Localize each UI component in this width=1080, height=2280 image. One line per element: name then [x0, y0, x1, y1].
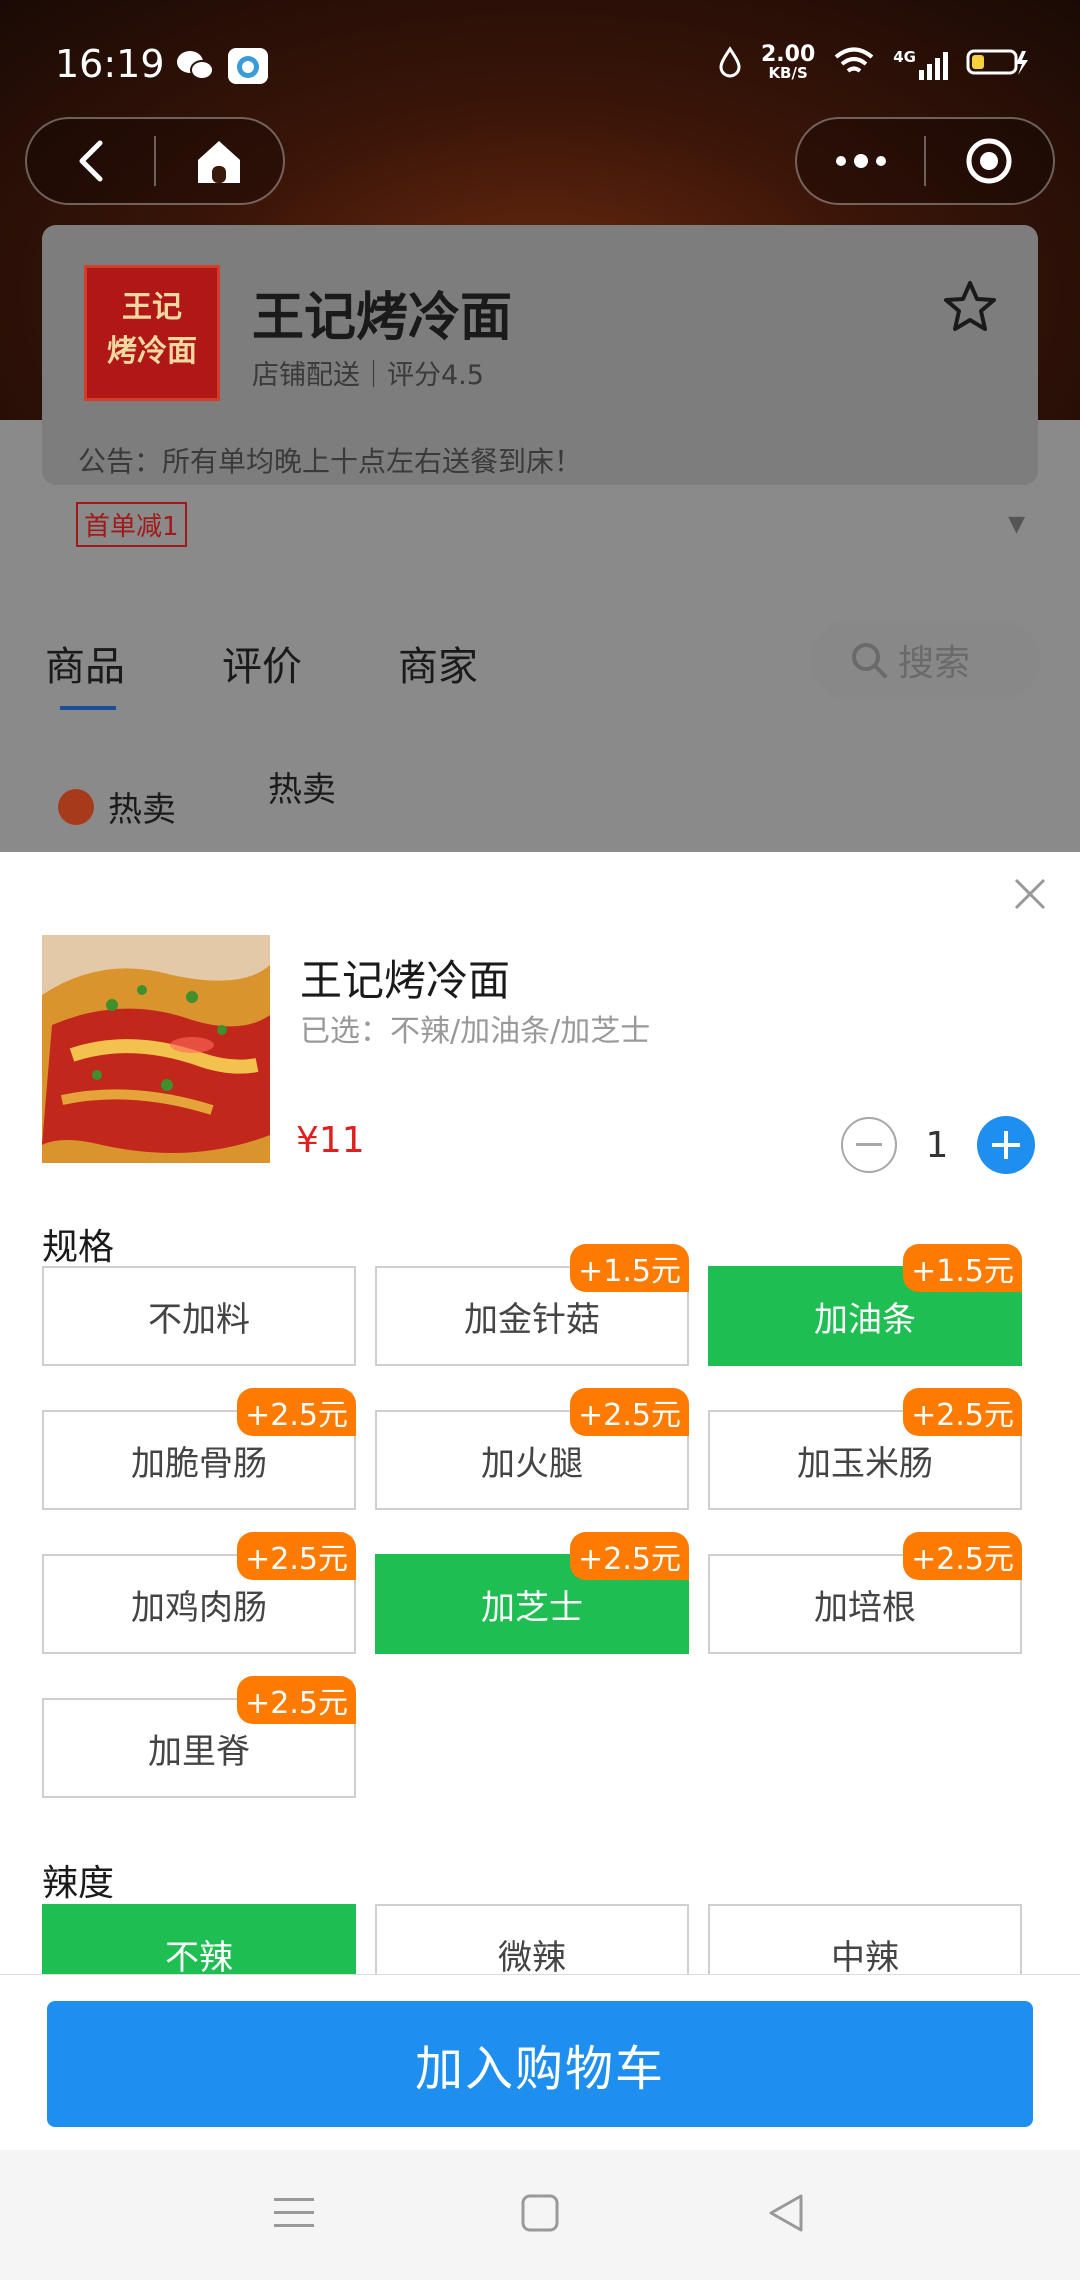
chevron-down-icon[interactable]: ▼	[1008, 512, 1025, 537]
cellular-signal-icon: 4G	[893, 48, 948, 80]
price-badge: +1.5元	[570, 1244, 689, 1292]
option-label: 加金针菇	[464, 1299, 600, 1340]
option-label: 加里脊	[148, 1731, 250, 1772]
price-badge: +2.5元	[237, 1676, 356, 1724]
option-label: 不加料	[148, 1299, 250, 1340]
option-mild-spicy[interactable]: 微辣	[375, 1904, 689, 1975]
home-square-icon[interactable]	[521, 2194, 559, 2236]
add-to-cart-button[interactable]: 加入购物车	[47, 2001, 1033, 2127]
option-label: 加鸡肉肠	[131, 1587, 267, 1628]
option-label: 加脆骨肠	[131, 1443, 267, 1484]
menu-icon[interactable]	[273, 2196, 314, 2234]
tab-reviews[interactable]: 评价	[222, 634, 302, 692]
decrease-quantity-button[interactable]	[841, 1117, 897, 1173]
status-bar: 16:19 2.00 KB/S 4G	[0, 0, 1080, 130]
category-section-title: 热卖	[268, 770, 336, 810]
item-price: ¥11	[296, 1120, 365, 1161]
logo-text: 烤冷面	[107, 334, 197, 369]
back-triangle-icon[interactable]	[766, 2192, 806, 2238]
logo-text: 王记	[122, 290, 182, 325]
target-circle-icon	[966, 138, 1012, 184]
option-corn-sausage[interactable]: 加玉米肠 +2.5元	[708, 1388, 1022, 1510]
app-notification-icon	[228, 48, 268, 84]
option-chicken-sausage[interactable]: 加鸡肉肠 +2.5元	[42, 1532, 356, 1654]
category-label: 热卖	[108, 790, 176, 830]
spec-title: 规格	[42, 1227, 115, 1268]
more-button[interactable]	[797, 119, 924, 203]
tab-indicator	[60, 706, 116, 710]
option-no-topping[interactable]: 不加料	[42, 1266, 356, 1366]
option-enoki[interactable]: 加金针菇 +1.5元	[375, 1244, 689, 1366]
item-name: 王记烤冷面	[300, 956, 511, 1005]
option-label: 不辣	[165, 1937, 233, 1976]
option-label: 加油条	[814, 1299, 916, 1340]
option-label: 中辣	[831, 1937, 899, 1976]
minus-icon	[856, 1143, 882, 1146]
cart-bar: 加入购物车	[0, 1975, 1080, 2150]
spice-title: 辣度	[42, 1863, 115, 1904]
option-ham[interactable]: 加火腿 +2.5元	[375, 1388, 689, 1510]
promo-tag: 首单减1	[76, 502, 187, 547]
menu-capsule	[795, 117, 1055, 205]
fire-icon	[58, 788, 94, 825]
category-item-hot[interactable]: 热卖	[58, 782, 176, 831]
food-image	[42, 935, 270, 1163]
option-label: 加芝士	[481, 1587, 583, 1628]
search-icon	[852, 643, 887, 678]
nav-capsule	[25, 117, 285, 205]
quantity-value: 1	[925, 1124, 949, 1166]
option-crispy-sausage[interactable]: 加脆骨肠 +2.5元	[42, 1388, 356, 1510]
option-label: 加培根	[814, 1587, 916, 1628]
wifi-icon	[833, 46, 875, 82]
shop-name: 王记烤冷面	[252, 288, 513, 348]
close-icon	[1014, 878, 1046, 910]
option-cheese[interactable]: 加芝士 +2.5元	[375, 1532, 689, 1654]
data-saver-icon	[717, 46, 743, 82]
network-type: 4G	[893, 48, 916, 66]
option-bacon[interactable]: 加培根 +2.5元	[708, 1532, 1022, 1654]
item-selected-summary: 已选：不辣/加油条/加芝士	[300, 1014, 651, 1049]
home-button[interactable]	[156, 119, 283, 203]
back-arrow-icon	[79, 140, 102, 182]
plus-icon	[992, 1131, 1020, 1159]
wechat-icon	[175, 48, 215, 84]
tab-merchant[interactable]: 商家	[398, 634, 478, 692]
price-badge: +2.5元	[903, 1532, 1022, 1580]
option-medium-spicy[interactable]: 中辣	[708, 1904, 1022, 1975]
quantity-stepper: 1	[841, 1116, 1035, 1174]
tab-products[interactable]: 商品	[45, 634, 125, 692]
option-tenderloin[interactable]: 加里脊 +2.5元	[42, 1676, 356, 1798]
battery-icon	[966, 47, 1030, 81]
net-speed-value: 2.00	[760, 42, 816, 67]
price-badge: +2.5元	[570, 1532, 689, 1580]
close-sheet-button[interactable]	[1008, 872, 1052, 916]
option-not-spicy[interactable]: 不辣	[42, 1904, 356, 1975]
price-badge: +2.5元	[903, 1388, 1022, 1436]
net-speed: 2.00 KB/S	[760, 42, 816, 83]
spec-selection-sheet: 王记烤冷面 已选：不辣/加油条/加芝士 ¥11 1 规格 不加料 加金针菇 +1…	[0, 852, 1080, 1975]
price-badge: +1.5元	[903, 1244, 1022, 1292]
option-youtiao[interactable]: 加油条 +1.5元	[708, 1244, 1022, 1366]
close-miniprogram-button[interactable]	[926, 119, 1053, 203]
option-label: 加火腿	[481, 1443, 583, 1484]
back-button[interactable]	[27, 119, 154, 203]
shop-logo: 王记 烤冷面	[84, 265, 220, 401]
shop-notice: 公告：所有单均晚上十点左右送餐到床！	[78, 445, 583, 478]
option-label: 微辣	[498, 1937, 566, 1976]
system-nav-bar	[0, 2150, 1080, 2280]
search-label: 搜索	[898, 643, 971, 684]
favorite-star-icon[interactable]	[942, 280, 998, 338]
price-badge: +2.5元	[237, 1388, 356, 1436]
increase-quantity-button[interactable]	[977, 1116, 1035, 1174]
more-dots-icon	[835, 154, 886, 168]
price-badge: +2.5元	[570, 1388, 689, 1436]
net-speed-unit: KB/S	[768, 64, 808, 82]
shop-subtitle: 店铺配送｜评分4.5	[252, 360, 484, 391]
price-badge: +2.5元	[237, 1532, 356, 1580]
option-label: 加玉米肠	[797, 1443, 933, 1484]
search-button[interactable]: 搜索	[810, 620, 1040, 700]
home-icon	[198, 141, 241, 183]
status-time: 16:19	[55, 42, 165, 86]
